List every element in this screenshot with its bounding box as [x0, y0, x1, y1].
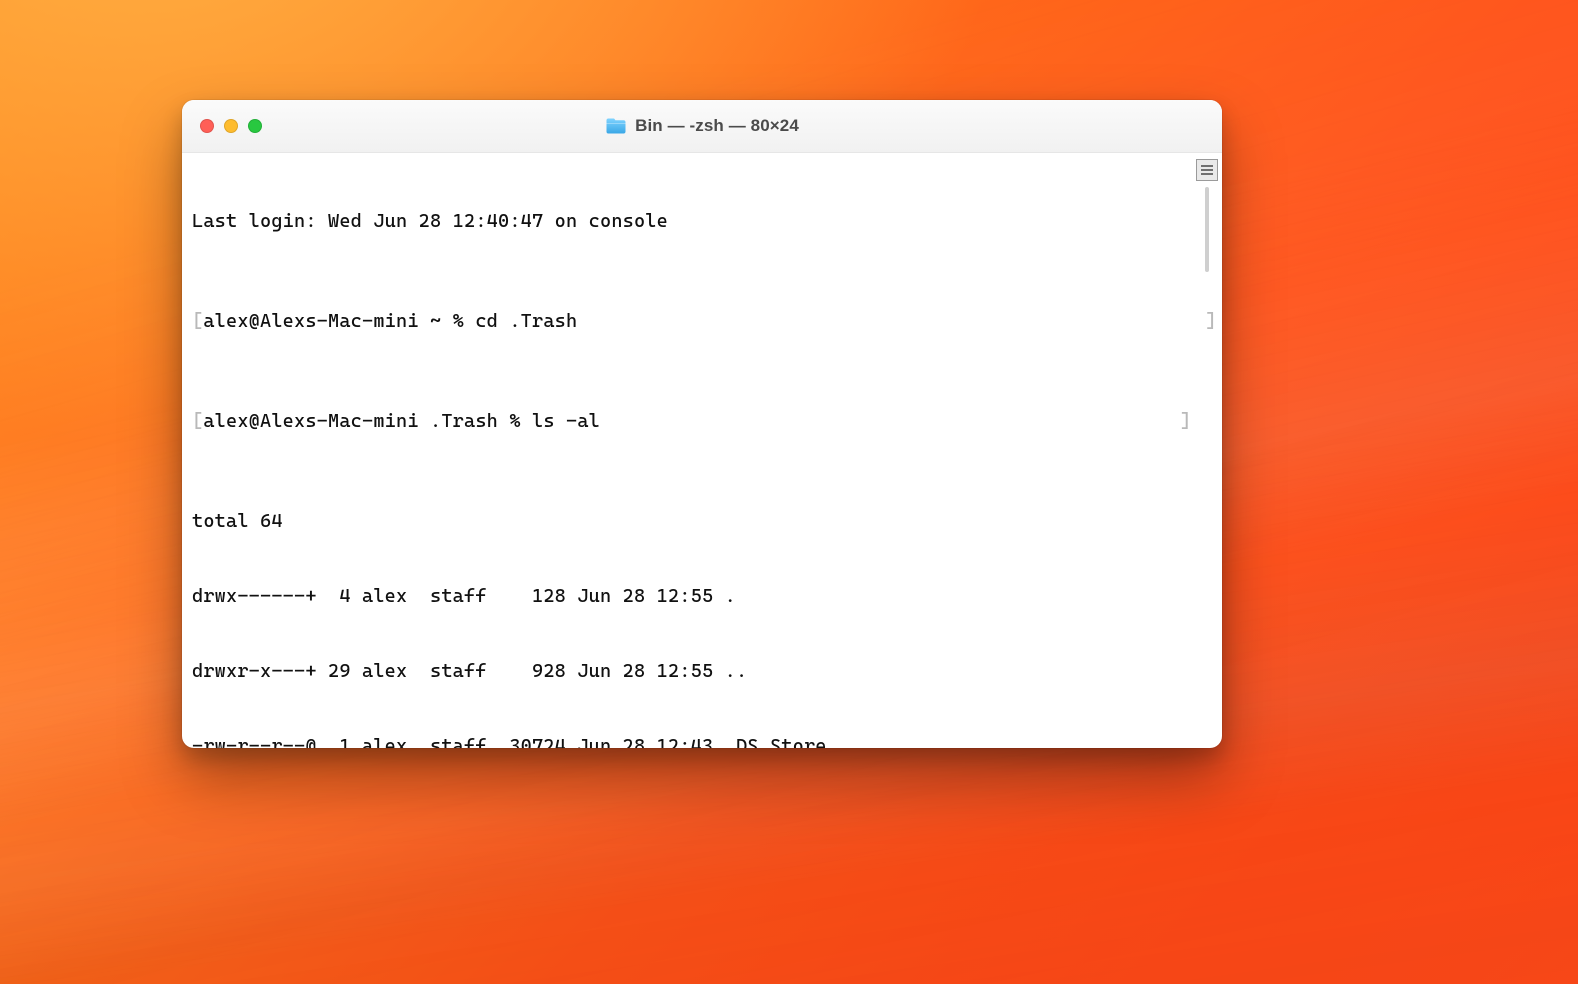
ls-total: total 64	[192, 509, 1212, 534]
window-title: Bin — -zsh — 80×24	[635, 116, 799, 136]
ls-row: -rw-r--r--@ 1 alex staff 30724 Jun 28 12…	[192, 734, 1212, 748]
bracket-right: ]	[1180, 410, 1191, 432]
minimize-button[interactable]	[224, 119, 238, 133]
terminal-content[interactable]: Last login: Wed Jun 28 12:40:47 on conso…	[182, 153, 1222, 748]
window-title-area: Bin — -zsh — 80×24	[182, 116, 1222, 136]
traffic-lights	[182, 119, 262, 133]
prompt: alex@Alexs-Mac-mini .Trash %	[203, 410, 532, 432]
command-line-1: [alex@Alexs-Mac-mini ~ % cd .Trash]	[192, 309, 1212, 334]
scrollbar-menu-icon[interactable]	[1196, 159, 1218, 181]
last-login-line: Last login: Wed Jun 28 12:40:47 on conso…	[192, 209, 1212, 234]
bracket-left: [	[192, 410, 203, 432]
ls-row: drwx------+ 4 alex staff 128 Jun 28 12:5…	[192, 584, 1212, 609]
terminal-window: Bin — -zsh — 80×24 Last login: Wed Jun 2…	[182, 100, 1222, 748]
scrollbar-thumb[interactable]	[1205, 187, 1209, 272]
ls-row: drwxr-x---+ 29 alex staff 928 Jun 28 12:…	[192, 659, 1212, 684]
terminal-output[interactable]: Last login: Wed Jun 28 12:40:47 on conso…	[192, 159, 1212, 748]
prompt: alex@Alexs-Mac-mini ~ %	[203, 310, 475, 332]
scrollbar-track[interactable]	[1196, 159, 1218, 743]
window-titlebar[interactable]: Bin — -zsh — 80×24	[182, 100, 1222, 153]
zoom-button[interactable]	[248, 119, 262, 133]
command-line-2: [alex@Alexs-Mac-mini .Trash % ls -al]	[192, 409, 1212, 434]
close-button[interactable]	[200, 119, 214, 133]
bracket-left: [	[192, 310, 203, 332]
typed-command: ls -al	[532, 410, 600, 432]
typed-command: cd .Trash	[475, 310, 577, 332]
desktop-background: Bin — -zsh — 80×24 Last login: Wed Jun 2…	[0, 0, 1578, 984]
folder-icon	[605, 117, 627, 135]
